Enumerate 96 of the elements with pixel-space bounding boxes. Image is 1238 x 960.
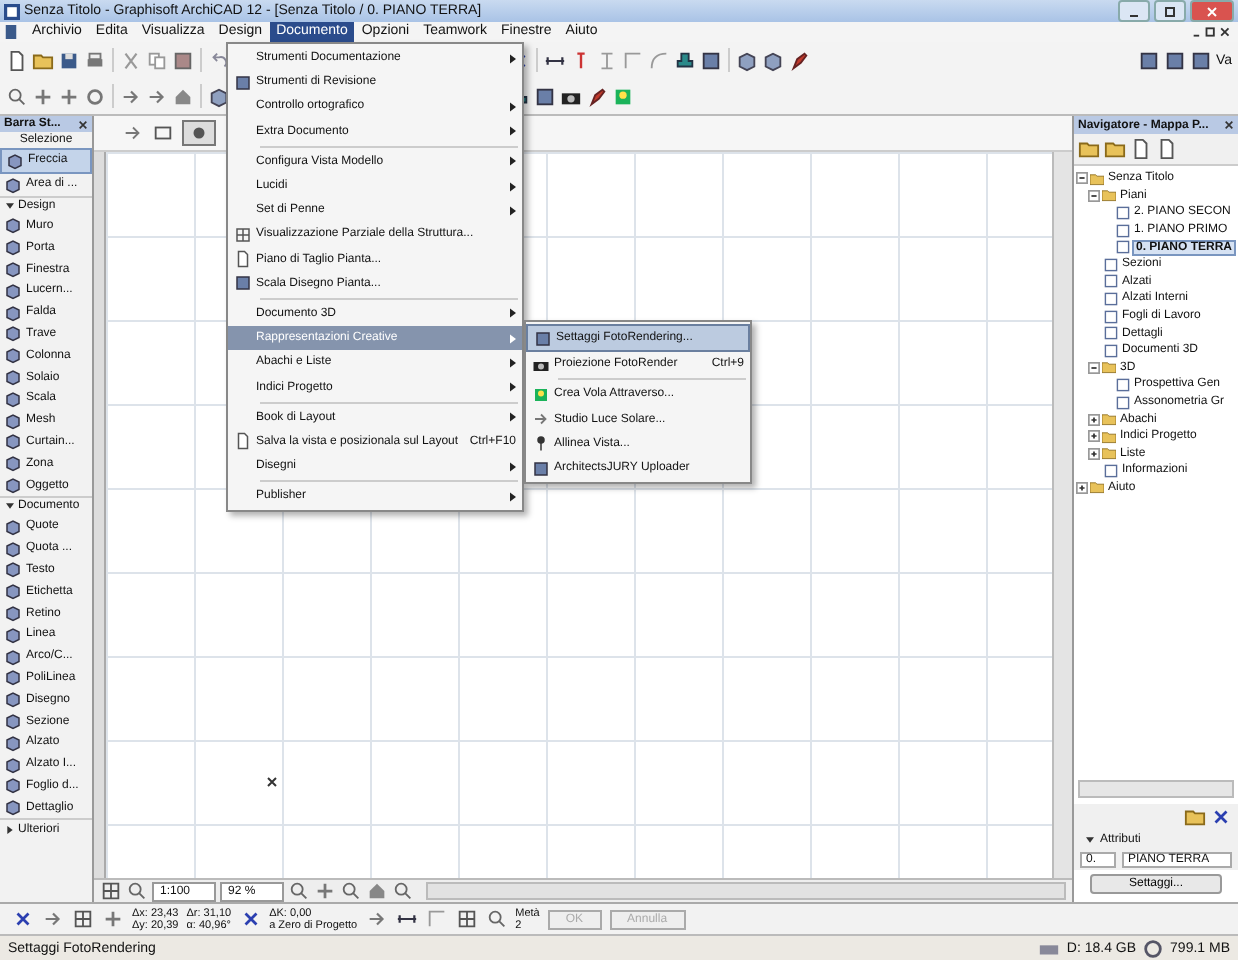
minimize-button[interactable] xyxy=(1118,0,1150,22)
folder-icon[interactable] xyxy=(1078,138,1100,160)
submenu-arrow-icon xyxy=(510,382,516,393)
submenu-arrow-icon xyxy=(510,412,516,423)
horizontal-scrollbar[interactable] xyxy=(1078,780,1234,798)
vertical-scrollbar[interactable] xyxy=(1052,152,1072,878)
copy-icon[interactable] xyxy=(146,49,168,71)
collapse-icon[interactable] xyxy=(1088,189,1100,202)
scissors-icon[interactable] xyxy=(120,49,142,71)
magnifier-icon[interactable] xyxy=(485,908,508,930)
stamp-icon[interactable] xyxy=(674,49,696,71)
expand-icon[interactable] xyxy=(1088,430,1100,443)
submenu-arrow-icon xyxy=(510,461,516,472)
maximize-icon xyxy=(1160,3,1180,19)
close-icon[interactable] xyxy=(1224,120,1234,130)
square-icon[interactable] xyxy=(1137,49,1160,71)
square-icon[interactable] xyxy=(533,329,551,348)
submenu-arrow-icon xyxy=(510,53,516,64)
submenu-arrow-icon xyxy=(510,126,516,137)
page-icon[interactable] xyxy=(1130,138,1152,160)
ibeam-icon[interactable] xyxy=(596,49,618,71)
house-icon[interactable] xyxy=(172,85,194,107)
square-icon[interactable] xyxy=(534,85,556,107)
cross-icon[interactable] xyxy=(12,908,34,930)
maximize-button[interactable] xyxy=(1154,0,1186,22)
triangle-down-icon xyxy=(6,202,14,211)
cross-icon[interactable] xyxy=(1210,806,1232,828)
arrow-icon[interactable] xyxy=(146,85,168,107)
grid-icon[interactable] xyxy=(455,908,478,930)
horizontal-scrollbar[interactable] xyxy=(426,882,1066,900)
square-icon[interactable] xyxy=(1163,49,1186,71)
grid-icon[interactable] xyxy=(72,908,94,930)
grid-icon[interactable] xyxy=(100,880,122,902)
magnifier-icon[interactable] xyxy=(126,880,148,902)
magnifier-icon[interactable] xyxy=(6,85,28,107)
triangle-right-icon xyxy=(6,825,14,834)
page-icon[interactable] xyxy=(6,49,28,71)
plus-icon[interactable] xyxy=(102,908,124,930)
page-icon[interactable] xyxy=(1156,138,1178,160)
grid-icon[interactable] xyxy=(233,225,251,244)
submenu-arrow-icon xyxy=(510,156,516,167)
folder-icon[interactable] xyxy=(32,49,54,71)
folder-icon xyxy=(1102,360,1116,375)
submenu-arrow-icon xyxy=(510,181,516,192)
submenu-arrow-icon xyxy=(510,357,516,368)
arrow-icon[interactable] xyxy=(120,85,142,107)
expand-icon[interactable] xyxy=(1076,481,1088,494)
magnifier-icon[interactable] xyxy=(288,880,310,902)
origin-marker-icon xyxy=(266,776,278,788)
printer-icon[interactable] xyxy=(84,49,106,71)
page-icon[interactable] xyxy=(233,250,251,269)
square-icon[interactable] xyxy=(1189,49,1212,71)
square-icon[interactable] xyxy=(233,274,251,293)
arrow-icon[interactable] xyxy=(365,908,388,930)
gear-icon[interactable] xyxy=(84,85,106,107)
folder-icon xyxy=(1090,480,1104,495)
arrow-icon[interactable] xyxy=(42,908,64,930)
pen-icon[interactable] xyxy=(586,85,608,107)
collapse-icon[interactable] xyxy=(1076,172,1088,185)
expand-icon[interactable] xyxy=(1088,447,1100,460)
submenu-arrow-icon xyxy=(510,308,516,319)
corner-icon[interactable] xyxy=(622,49,644,71)
arrow-icon[interactable] xyxy=(531,410,549,429)
square-icon[interactable] xyxy=(700,49,722,71)
memory-icon xyxy=(1142,937,1165,959)
magnifier-icon[interactable] xyxy=(392,880,414,902)
plus-icon[interactable] xyxy=(58,85,80,107)
pen-icon[interactable] xyxy=(788,49,810,71)
close-icon xyxy=(1202,3,1222,19)
square-icon[interactable] xyxy=(233,73,251,92)
submenu-arrow-icon xyxy=(510,333,516,344)
document-icon xyxy=(4,24,18,40)
page-icon[interactable] xyxy=(233,432,251,451)
magnifier-icon[interactable] xyxy=(340,880,362,902)
arrow-icon[interactable] xyxy=(122,122,144,144)
plus-icon[interactable] xyxy=(32,85,54,107)
triangle-down-icon xyxy=(6,502,14,511)
dot-icon xyxy=(188,122,210,144)
square-icon[interactable] xyxy=(531,459,549,478)
corner-icon[interactable] xyxy=(425,908,448,930)
expand-icon[interactable] xyxy=(1088,413,1100,426)
submenu-arrow-icon xyxy=(510,205,516,216)
submenu-arrow-icon xyxy=(510,491,516,502)
paste-icon[interactable] xyxy=(172,49,194,71)
cross-icon[interactable] xyxy=(239,908,262,930)
window-controls-icon[interactable] xyxy=(1190,24,1234,40)
pin-icon[interactable] xyxy=(531,434,549,453)
folder-icon[interactable] xyxy=(1104,138,1126,160)
snap-button[interactable] xyxy=(182,120,216,146)
plus-icon[interactable] xyxy=(314,880,336,902)
page-icon xyxy=(1104,463,1118,478)
collapse-icon[interactable] xyxy=(1088,361,1100,374)
close-icon[interactable] xyxy=(78,119,88,129)
triangle-down-icon xyxy=(1086,836,1094,844)
submenu-arrow-icon xyxy=(510,101,516,112)
rectangle-icon[interactable] xyxy=(152,122,174,144)
